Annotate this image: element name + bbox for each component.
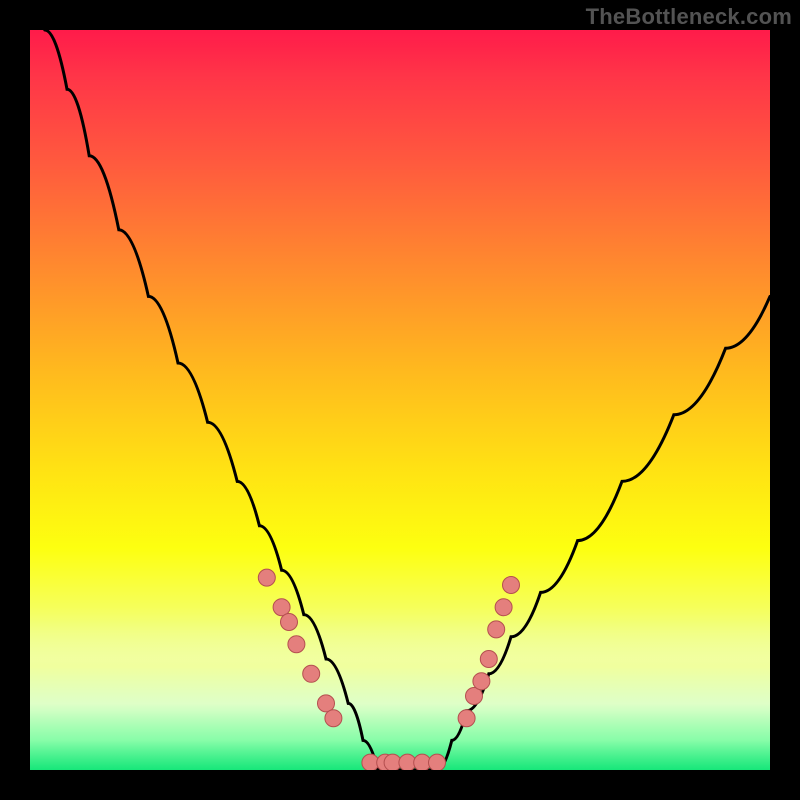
- data-dot: [503, 577, 520, 594]
- curve-right-branch: [437, 296, 770, 770]
- data-dot: [288, 636, 305, 653]
- data-dot: [458, 710, 475, 727]
- data-dots: [258, 569, 519, 770]
- watermark-text: TheBottleneck.com: [586, 4, 792, 30]
- data-dot: [303, 665, 320, 682]
- data-dot: [495, 599, 512, 616]
- curve-left-branch: [45, 30, 378, 770]
- data-dot: [325, 710, 342, 727]
- data-dot: [480, 651, 497, 668]
- chart-frame: TheBottleneck.com: [0, 0, 800, 800]
- v-curve: [45, 30, 770, 770]
- data-dot: [281, 614, 298, 631]
- data-dot: [488, 621, 505, 638]
- data-dot: [429, 754, 446, 770]
- plot-area: [30, 30, 770, 770]
- curve-layer: [30, 30, 770, 770]
- data-dot: [258, 569, 275, 586]
- data-dot: [473, 673, 490, 690]
